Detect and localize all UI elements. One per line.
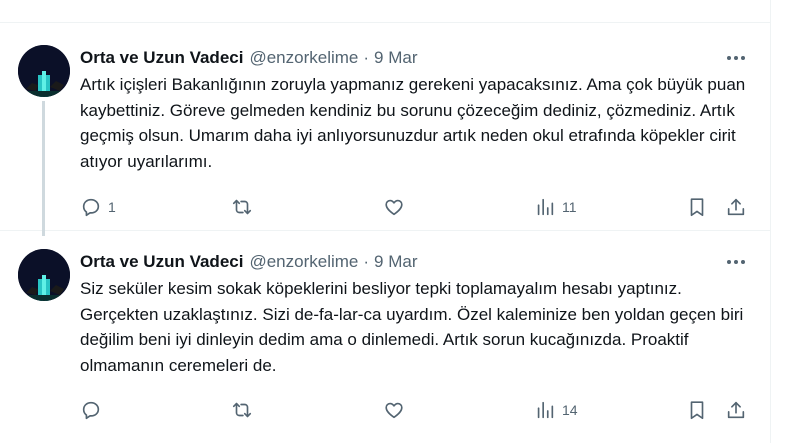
- bookmark-icon: [690, 198, 704, 217]
- separator-dot: ·: [363, 252, 370, 271]
- views-icon: [537, 401, 554, 419]
- retweet-icon: [232, 199, 252, 215]
- share-button[interactable]: [725, 194, 747, 220]
- action-bar: 14: [0, 397, 770, 423]
- bookmark-button[interactable]: [686, 397, 708, 423]
- reply-icon: [82, 198, 100, 217]
- views-button[interactable]: 11: [534, 194, 577, 220]
- share-icon: [727, 401, 745, 419]
- tweet[interactable]: Orta ve Uzun Vadeci @enzorkelime · 9 Mar…: [0, 23, 770, 236]
- retweet-button[interactable]: [231, 194, 259, 220]
- author-name[interactable]: Orta ve Uzun Vadeci: [80, 252, 243, 272]
- avatar[interactable]: [18, 45, 70, 97]
- reply-button[interactable]: 1: [80, 194, 116, 220]
- view-count: 14: [562, 402, 578, 418]
- bookmark-icon: [690, 401, 704, 420]
- share-button[interactable]: [725, 397, 747, 423]
- separator-dot: ·: [363, 48, 370, 67]
- action-bar: 1 11: [0, 194, 770, 220]
- reply-count: 1: [108, 199, 116, 215]
- like-button[interactable]: [383, 397, 411, 423]
- heart-icon: [385, 402, 403, 419]
- more-icon[interactable]: [724, 251, 748, 273]
- column-border: [770, 0, 771, 443]
- reply-button[interactable]: [80, 397, 108, 423]
- retweet-button[interactable]: [231, 397, 259, 423]
- view-count: 11: [562, 199, 577, 215]
- views-icon: [537, 198, 554, 216]
- heart-icon: [385, 199, 403, 216]
- tweet-text: Artık içişleri Bakanlığının zoruyla yapm…: [80, 75, 746, 171]
- tweet-date[interactable]: 9 Mar: [374, 48, 417, 68]
- author-handle[interactable]: @enzorkelime: [249, 48, 358, 68]
- tweet-date[interactable]: 9 Mar: [374, 252, 417, 272]
- more-icon[interactable]: [724, 47, 748, 69]
- tweet[interactable]: Orta ve Uzun Vadeci @enzorkelime · 9 Mar…: [0, 231, 770, 443]
- tweet-text: Siz seküler kesim sokak köpeklerini besl…: [80, 279, 744, 375]
- bookmark-button[interactable]: [686, 194, 708, 220]
- reply-icon: [82, 401, 100, 420]
- like-button[interactable]: [383, 194, 411, 220]
- author-handle[interactable]: @enzorkelime: [249, 252, 358, 272]
- avatar[interactable]: [18, 249, 70, 301]
- author-name[interactable]: Orta ve Uzun Vadeci: [80, 48, 243, 68]
- retweet-icon: [232, 402, 252, 418]
- tweet-header: Orta ve Uzun Vadeci @enzorkelime · 9 Mar: [80, 47, 418, 69]
- tweet-header: Orta ve Uzun Vadeci @enzorkelime · 9 Mar: [80, 251, 418, 273]
- views-button[interactable]: 14: [534, 397, 578, 423]
- share-icon: [727, 198, 745, 216]
